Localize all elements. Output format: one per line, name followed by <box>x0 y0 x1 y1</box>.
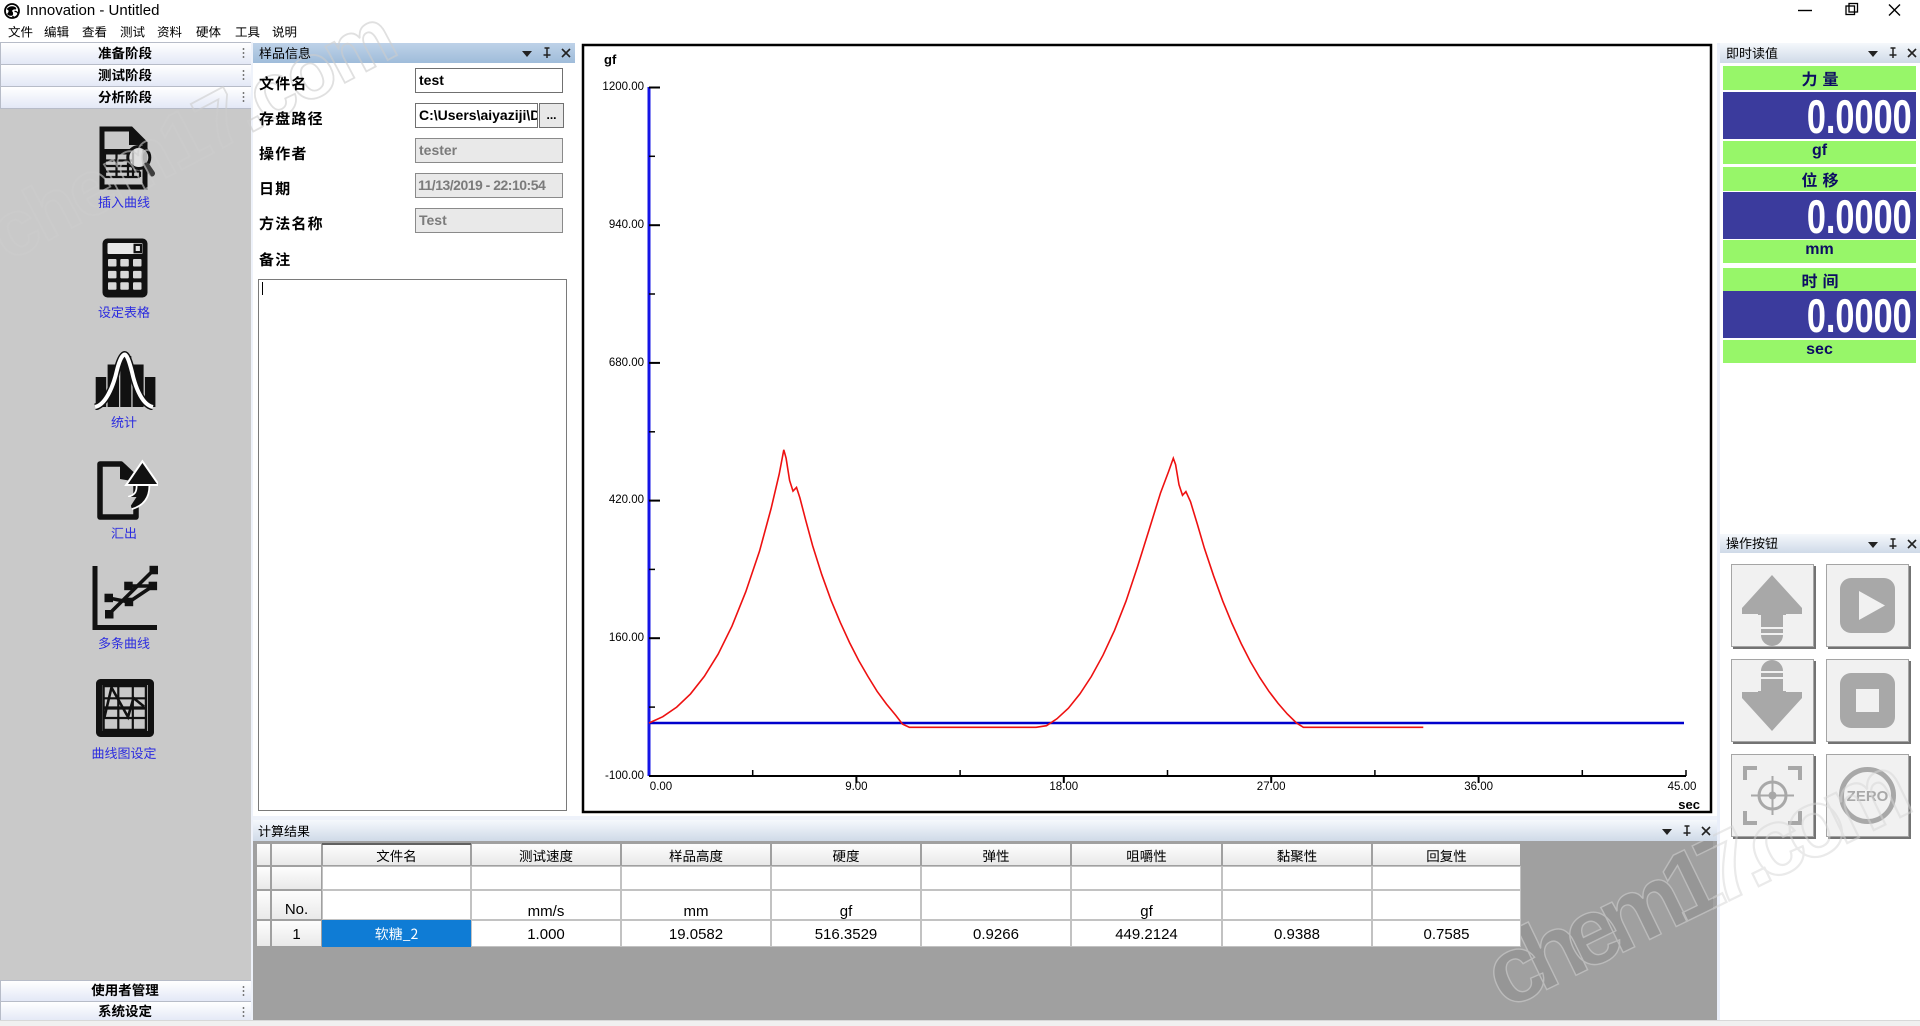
svg-text:ZERO: ZERO <box>1847 788 1889 805</box>
